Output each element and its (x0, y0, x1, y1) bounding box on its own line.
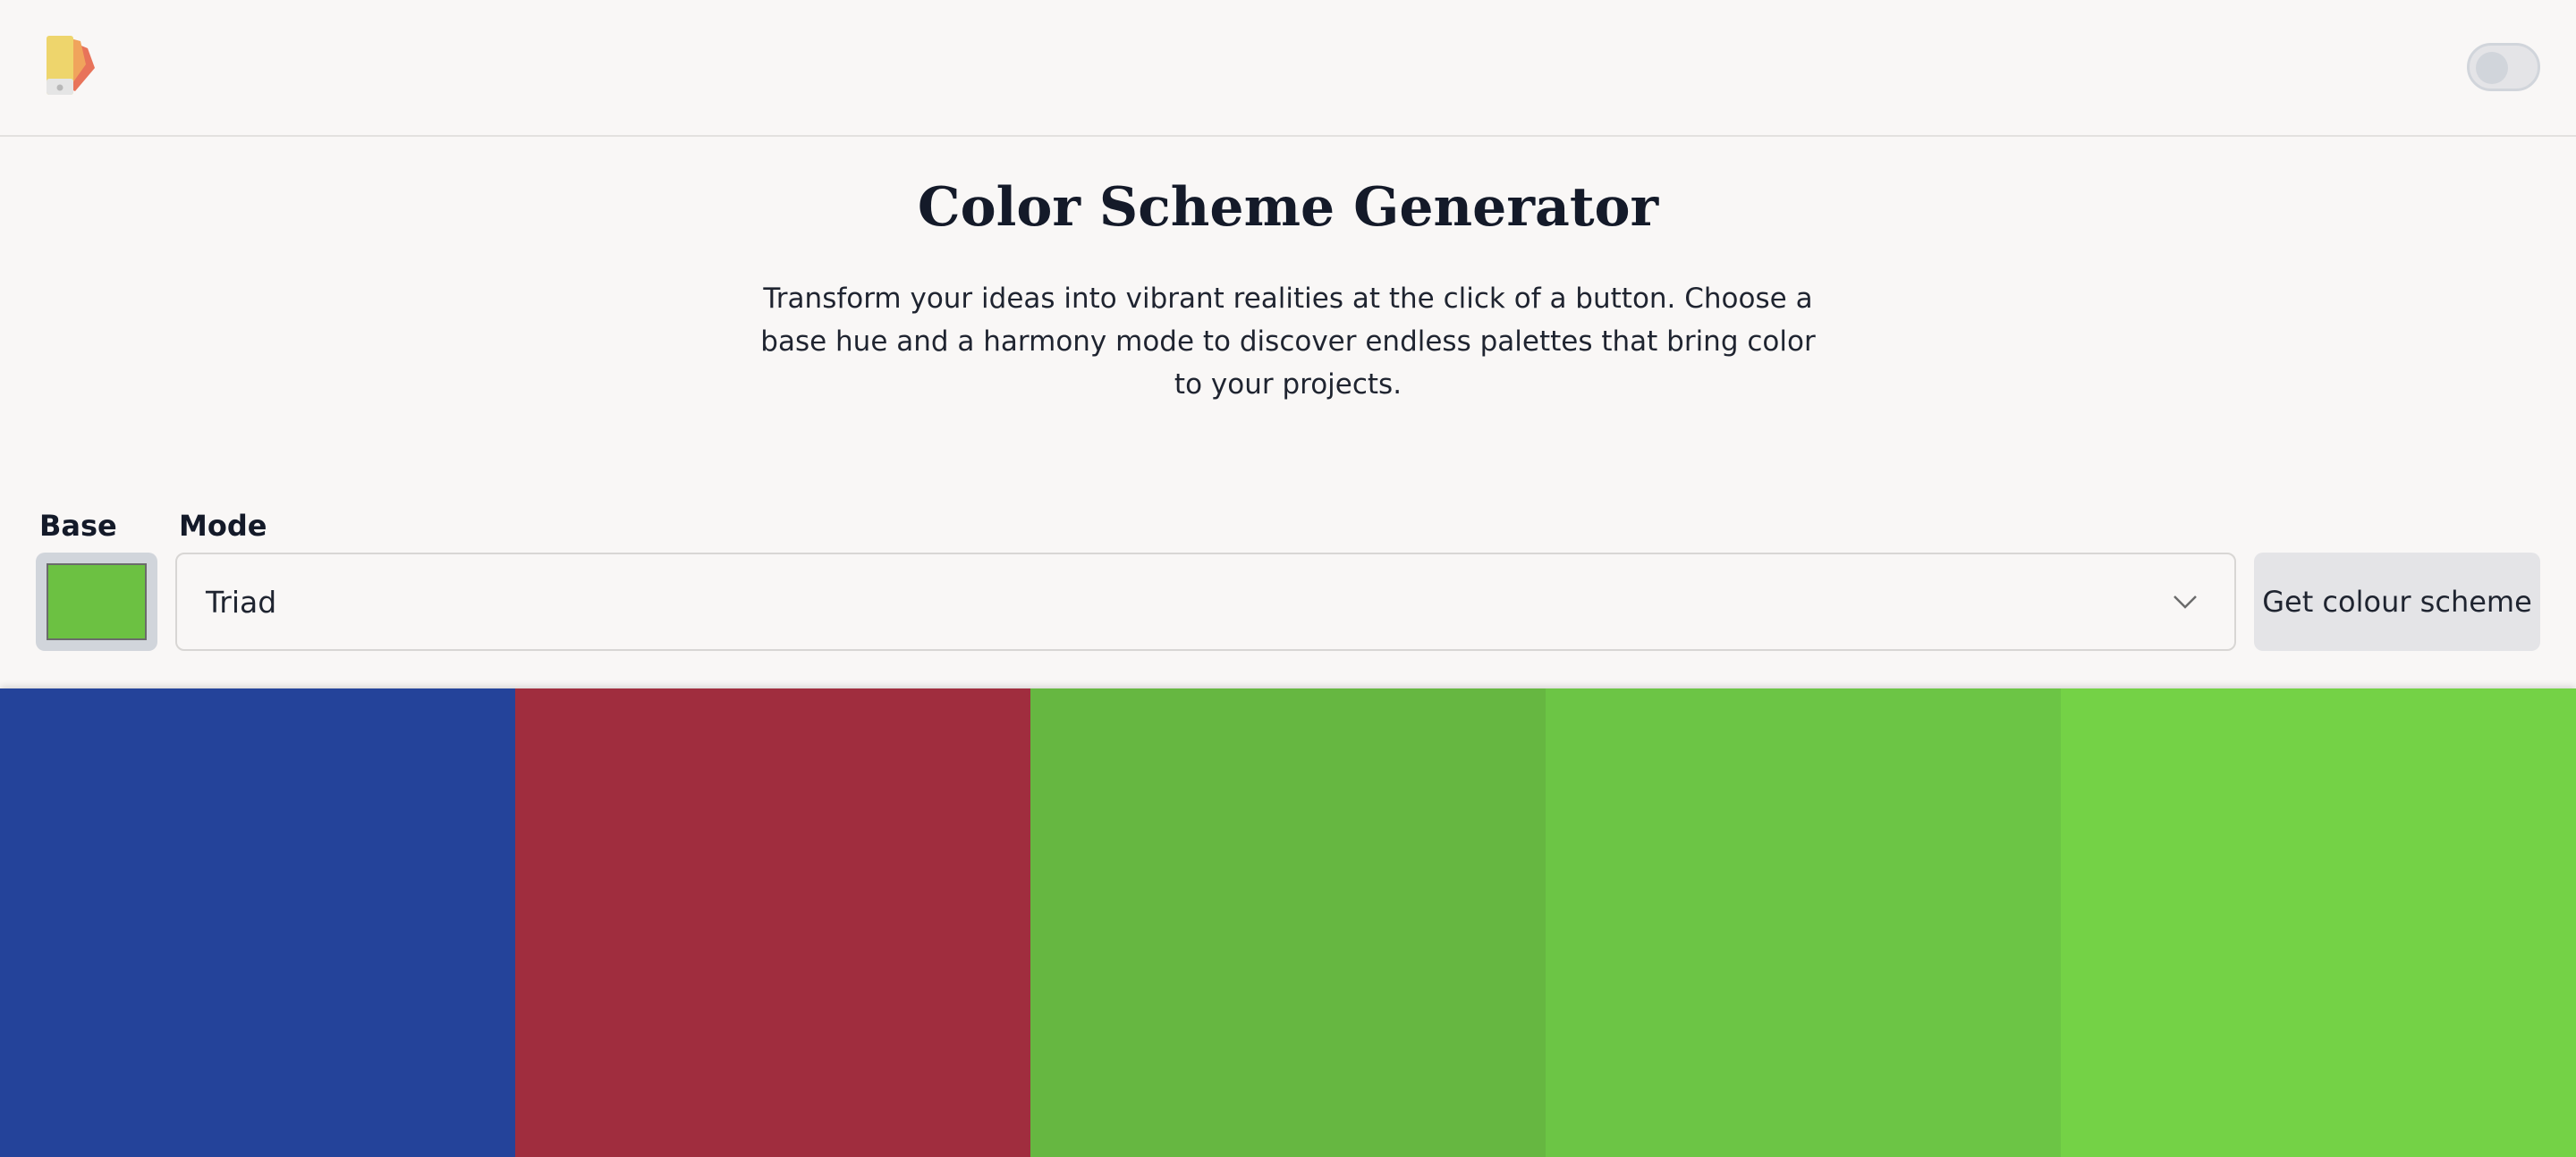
palette-color-3[interactable] (1030, 688, 1546, 1157)
palette-color-4[interactable] (1546, 688, 2061, 1157)
mode-select-value: Triad (206, 585, 277, 620)
mode-label: Mode (179, 509, 267, 543)
chevron-down-icon (2174, 595, 2197, 609)
page-description: Transform your ideas into vibrant realit… (760, 283, 1816, 401)
palette-color-2[interactable] (515, 688, 1030, 1157)
theme-toggle[interactable] (2467, 43, 2540, 91)
base-color-swatch (47, 563, 147, 640)
palette-color-1[interactable] (0, 688, 515, 1157)
color-palette (0, 688, 2576, 1157)
base-color-picker[interactable] (36, 553, 157, 651)
get-colour-scheme-button[interactable]: Get colour scheme (2254, 553, 2540, 651)
base-label: Base (39, 509, 117, 543)
page-title: Color Scheme Generator (917, 176, 1659, 239)
palette-swatch-icon (47, 36, 95, 95)
mode-select[interactable]: Triad (175, 553, 2236, 651)
toggle-knob (2476, 52, 2508, 84)
top-bar (0, 0, 2576, 137)
palette-color-5[interactable] (2061, 688, 2576, 1157)
